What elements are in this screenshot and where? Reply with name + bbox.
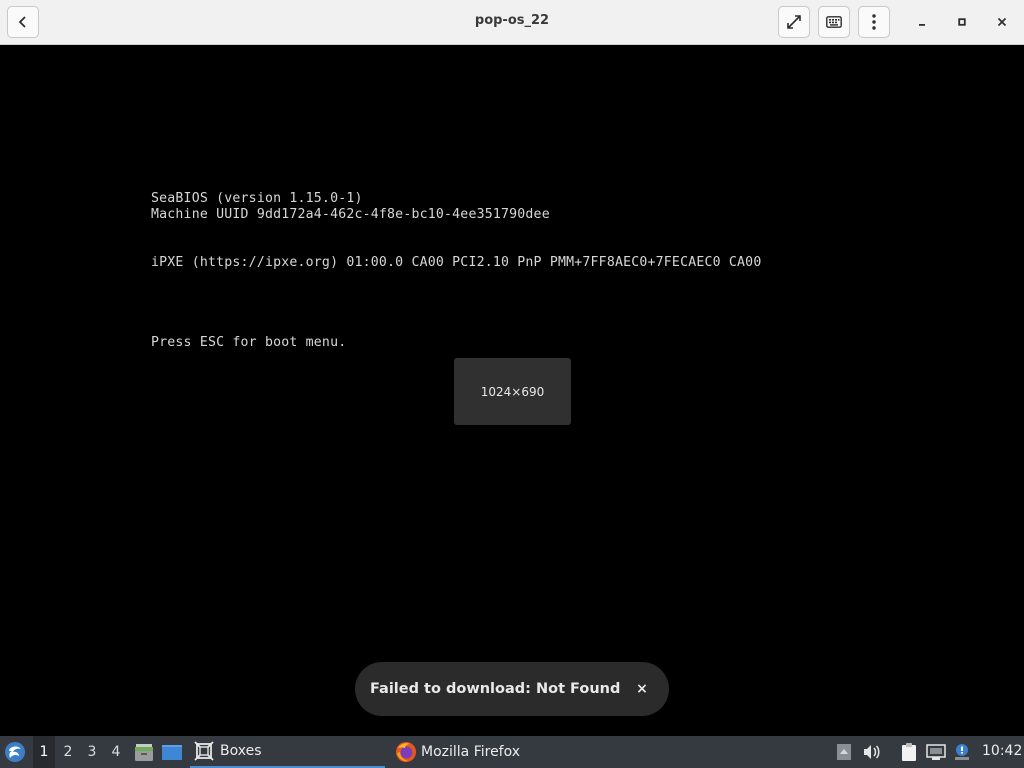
workspace-3[interactable]: 3: [81, 736, 103, 768]
menu-button[interactable]: [858, 6, 890, 38]
taskbar: 1 2 3 4 Boxes Mozilla Firefox 10:42: [0, 736, 1024, 768]
task-label: Mozilla Firefox: [421, 744, 521, 760]
update-notification-icon: [955, 744, 969, 760]
minimize-icon: [919, 24, 925, 26]
volume-tray[interactable]: [862, 742, 882, 762]
close-button[interactable]: [990, 10, 1014, 34]
close-icon: ×: [636, 681, 648, 697]
workspace-4[interactable]: 4: [105, 736, 127, 768]
error-toast: Failed to download: Not Found ×: [355, 662, 669, 716]
clipboard-icon: [902, 743, 916, 761]
resolution-label: 1024×690: [480, 384, 545, 399]
maximize-button[interactable]: [950, 10, 974, 34]
maximize-icon: [958, 18, 966, 26]
volume-icon: [864, 745, 880, 759]
kebab-menu-icon: [872, 14, 876, 30]
firefox-icon: [396, 742, 416, 762]
tray-expander[interactable]: [834, 742, 854, 762]
task-label: Boxes: [220, 743, 262, 759]
workspace-1[interactable]: 1: [33, 736, 55, 768]
keyboard-icon: [826, 16, 842, 28]
close-icon: [997, 17, 1007, 27]
task-firefox[interactable]: Mozilla Firefox: [393, 736, 593, 768]
start-menu-icon[interactable]: [4, 741, 26, 763]
task-boxes[interactable]: Boxes: [190, 736, 385, 768]
network-icon: [926, 744, 946, 760]
vm-display[interactable]: SeaBIOS (version 1.15.0-1) Machine UUID …: [0, 46, 1024, 736]
toast-message: Failed to download: Not Found: [370, 681, 621, 697]
clipboard-tray[interactable]: [899, 742, 919, 762]
header-bar: pop-os_22: [0, 0, 1024, 45]
fullscreen-icon: [787, 15, 801, 29]
fullscreen-button[interactable]: [778, 6, 810, 38]
machine-uuid-line: Machine UUID 9dd172a4-462c-4f8e-bc10-4ee…: [151, 207, 550, 222]
bios-version-line: SeaBIOS (version 1.15.0-1): [151, 191, 363, 206]
boot-menu-hint-line: Press ESC for boot menu.: [151, 335, 347, 350]
updates-tray[interactable]: [952, 742, 972, 762]
keyboard-button[interactable]: [818, 6, 850, 38]
minimize-button[interactable]: [910, 10, 934, 34]
clock[interactable]: 10:42: [982, 743, 1022, 759]
ipxe-line: iPXE (https://ipxe.org) 01:00.0 CA00 PCI…: [151, 255, 762, 270]
file-manager-icon[interactable]: [133, 741, 155, 763]
workspace-2[interactable]: 2: [57, 736, 79, 768]
toast-close-button[interactable]: ×: [631, 678, 653, 700]
resolution-overlay: 1024×690: [454, 358, 571, 425]
show-desktop-icon[interactable]: [161, 741, 183, 763]
boxes-icon: [194, 741, 214, 761]
network-tray[interactable]: [926, 742, 946, 762]
tray-up-icon: [837, 744, 851, 760]
